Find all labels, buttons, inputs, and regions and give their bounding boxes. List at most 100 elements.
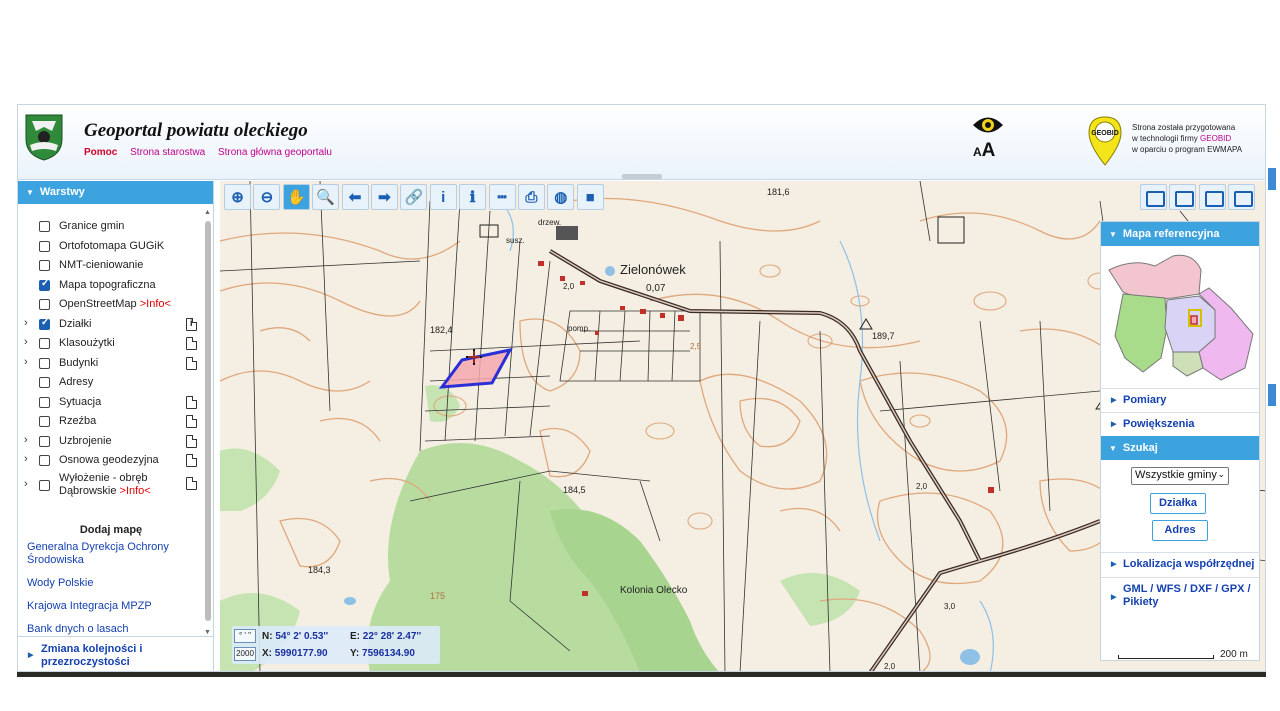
layer-item[interactable]: Ortofotomapa GUGiK [18, 238, 204, 258]
print-icon[interactable]: ⎙ [517, 184, 545, 210]
search-address-button[interactable]: Adres [1152, 520, 1208, 541]
coordinate-locate-accordion[interactable]: ▶ Lokalizacja współrzędnej [1101, 552, 1259, 576]
help-link[interactable]: Pomoc [84, 147, 117, 158]
scroll-thumb[interactable] [205, 221, 211, 621]
map-link-wody-polskie[interactable]: Wody Polskie [27, 577, 197, 590]
map-link-mpzp[interactable]: Krajowa Integracja MPZP [27, 600, 197, 613]
search-header[interactable]: ▼ Szukaj [1101, 436, 1259, 460]
layer-document-icon[interactable] [186, 356, 197, 370]
chevron-right-icon[interactable]: › [24, 336, 28, 348]
map-link-gdos[interactable]: Generalna Dyrekcja Ochrony Środowiska [27, 541, 197, 567]
chevron-right-icon[interactable]: › [24, 434, 28, 446]
layer-checkbox[interactable] [39, 299, 50, 310]
layer-item[interactable]: › Klasoużytki [18, 335, 204, 355]
page-scroll-marker[interactable] [1268, 384, 1276, 406]
zoom-in-icon[interactable]: ⊕ [224, 184, 251, 210]
layer-label: Budynki [59, 356, 99, 369]
map-link-forest-data[interactable]: Bank dnych o lasach [27, 623, 197, 636]
layer-checkbox[interactable] [39, 416, 50, 427]
layers-panel-header[interactable]: ▼ Warstwy [18, 181, 213, 204]
globe-icon[interactable]: ◍ [547, 184, 575, 210]
chevron-right-icon[interactable]: › [24, 453, 28, 465]
site-title: Geoportal powiatu oleckiego [84, 120, 308, 141]
search-parcel-button[interactable]: Działka [1150, 493, 1206, 514]
scroll-down-icon[interactable]: ▼ [204, 629, 211, 636]
layer-checkbox[interactable] [39, 396, 50, 408]
link-icon[interactable]: 🔗 [400, 184, 428, 210]
back-icon[interactable]: ⬅ [341, 184, 369, 210]
layer-checkbox[interactable] [39, 455, 50, 466]
layout-export-icon[interactable] [1198, 184, 1226, 210]
layer-document-icon[interactable] [186, 415, 197, 428]
layer-item[interactable]: › Budynki [18, 355, 204, 375]
layers-scrollbar[interactable]: ▲ ▼ [204, 209, 212, 639]
page-scroll-marker[interactable] [1268, 168, 1276, 190]
layer-item[interactable]: NMT-cieniowanie [18, 257, 204, 277]
info-list-icon[interactable]: ℹ [459, 184, 487, 210]
zooms-accordion[interactable]: ▶ Powiększenia [1101, 412, 1259, 436]
layer-checkbox[interactable] [39, 479, 50, 491]
layer-order-panel[interactable]: ▶ Zmiana kolejności i przezroczystości [18, 636, 214, 671]
export-accordion[interactable]: ▶ GML / WFS / DXF / GPX / Pikiety [1101, 577, 1259, 615]
layer-item[interactable]: Granice gmin [18, 218, 204, 238]
layer-item[interactable]: › Wyłożenie - obręb Dąbrowskie >Info< [18, 472, 204, 502]
layout-left-icon[interactable] [1169, 184, 1197, 210]
coord-system-button[interactable]: 2000 [234, 647, 256, 661]
layer-checkbox[interactable] [39, 240, 50, 252]
layer-document-icon[interactable] [186, 434, 197, 448]
layer-item[interactable]: › Uzbrojenie [18, 433, 204, 453]
header-collapse-handle[interactable] [622, 174, 662, 179]
layer-checkbox[interactable] [39, 435, 50, 447]
geoportal-home-link[interactable]: Strona główna geoportalu [218, 147, 332, 158]
reference-map[interactable] [1103, 248, 1257, 388]
font-size-icon[interactable]: AA [973, 140, 995, 162]
layer-info-link[interactable]: >Info< [120, 485, 151, 497]
header: Geoportal powiatu oleckiego Pomoc Strona… [18, 105, 1265, 180]
layer-item[interactable]: › Działki [18, 316, 204, 336]
eye-icon[interactable] [971, 114, 1005, 136]
chevron-right-icon[interactable]: › [24, 356, 28, 368]
gmina-select[interactable]: Wszystkie gminy ⌄ [1131, 467, 1229, 485]
info-icon[interactable]: i [429, 184, 457, 210]
measurements-accordion[interactable]: ▶ Pomiary [1101, 388, 1259, 412]
map-view[interactable]: Zielonówek 0,07 Kolonia Olecko 181,6 182… [220, 181, 1265, 671]
layer-info-link[interactable]: >Info< [140, 298, 171, 310]
layer-checkbox[interactable] [39, 377, 50, 388]
county-office-link[interactable]: Strona starostwa [130, 147, 205, 158]
layer-document-icon[interactable] [186, 454, 197, 467]
layer-item[interactable]: Rzeźba [18, 413, 204, 433]
layer-item[interactable]: Mapa topograficzna [18, 277, 204, 297]
layer-item[interactable]: OpenStreetMap >Info< [18, 296, 204, 316]
geoportal-app: Geoportal powiatu oleckiego Pomoc Strona… [17, 104, 1266, 672]
layer-checkbox[interactable] [39, 357, 50, 369]
zoom-window-icon[interactable]: 🔍 [312, 184, 340, 210]
layer-info-document-icon[interactable] [186, 317, 197, 331]
scroll-up-icon[interactable]: ▲ [204, 209, 211, 216]
x-value: 5990177.90 [274, 648, 328, 659]
coord-format-button[interactable]: ° ' " [234, 629, 256, 643]
layout-full-icon[interactable] [1140, 184, 1167, 210]
layer-item[interactable]: Sytuacja [18, 394, 204, 414]
layer-item[interactable]: › Osnowa geodezyjna [18, 452, 204, 472]
ref-map-header[interactable]: ▼ Mapa referencyjna [1101, 222, 1259, 246]
layer-checkbox[interactable] [39, 260, 50, 271]
measure-icon[interactable]: ┅ [488, 184, 516, 210]
layer-checkbox[interactable] [39, 317, 50, 330]
camera-icon[interactable]: ■ [576, 184, 604, 210]
layer-checkbox[interactable] [39, 278, 50, 291]
layer-document-icon[interactable] [186, 476, 197, 490]
layer-item[interactable]: Adresy [18, 374, 204, 394]
layout-right-icon[interactable] [1228, 184, 1256, 210]
bottom-strip [17, 672, 1266, 677]
layer-checkbox[interactable] [39, 338, 50, 349]
zoom-out-icon[interactable]: ⊖ [253, 184, 281, 210]
chevron-right-icon[interactable]: › [24, 317, 28, 329]
chevron-right-icon[interactable]: › [24, 478, 28, 490]
layer-document-icon[interactable] [186, 395, 197, 409]
geobid-brand[interactable]: GEOBID [1200, 134, 1231, 143]
layer-checkbox[interactable] [39, 221, 50, 232]
pan-icon[interactable]: ✋ [282, 184, 310, 210]
expand-triangle-icon: ▶ [1111, 594, 1117, 601]
layer-document-icon[interactable] [186, 337, 197, 350]
forward-icon[interactable]: ➡ [370, 184, 398, 210]
